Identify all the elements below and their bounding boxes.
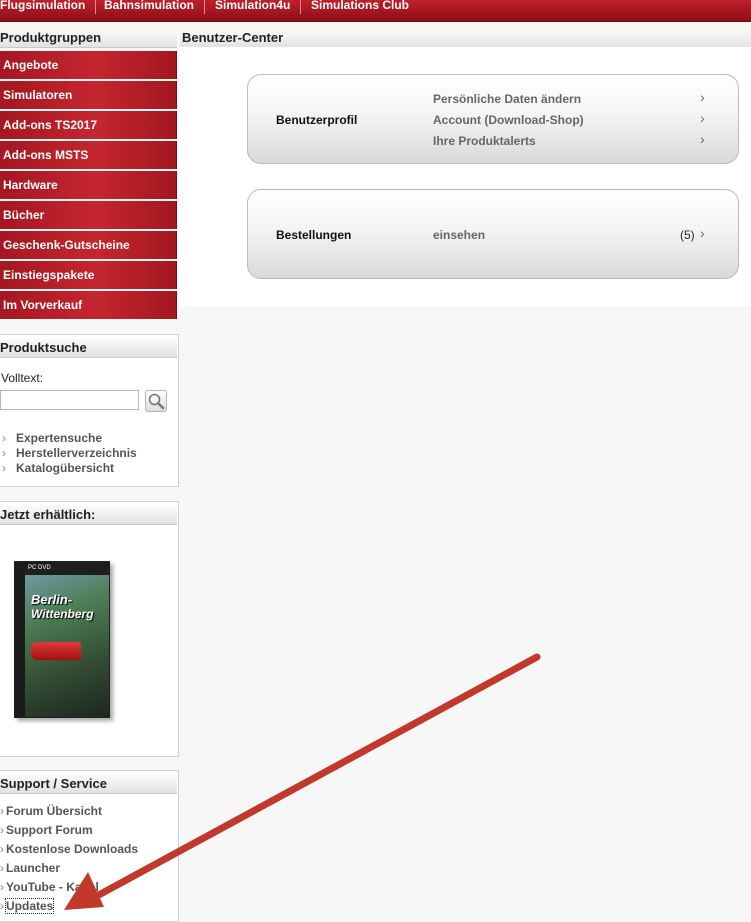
nav-simulation4u[interactable]: Simulation4u: [215, 0, 290, 12]
menu-item-addons-ts2017[interactable]: Add-ons TS2017: [0, 111, 177, 139]
chevron-right-icon: ›: [2, 431, 6, 445]
edit-personal-data-link[interactable]: Persönliche Daten ändern: [433, 92, 581, 106]
menu-item-angebote[interactable]: Angebote: [0, 51, 177, 79]
now-available-header: Jetzt erhältlich:: [0, 506, 177, 525]
orders-panel: Bestellungen einsehen (5) ›: [247, 189, 739, 279]
orders-count: (5): [680, 228, 695, 242]
chevron-right-icon: ›: [2, 461, 6, 475]
product-search-header: Produktsuche: [0, 339, 177, 358]
product-box-image[interactable]: PC DVD Berlin- Wittenberg: [14, 561, 110, 718]
katalog-link[interactable]: › Katalogübersicht: [2, 461, 137, 476]
support-header: Support / Service: [0, 775, 177, 794]
launcher-link[interactable]: › Launcher: [0, 859, 138, 878]
support-links: › Forum Übersicht › Support Forum › Kostenl…: [0, 802, 138, 916]
chevron-right-icon[interactable]: ›: [700, 225, 705, 241]
fulltext-label: Volltext:: [1, 371, 44, 385]
nav-separator: [204, 0, 205, 14]
menu-item-addons-msts[interactable]: Add-ons MSTS: [0, 141, 177, 169]
dvd-band: PC DVD: [25, 562, 109, 575]
profile-title: Benutzerprofil: [276, 113, 358, 127]
train-graphic: [31, 642, 81, 660]
page-title: Benutzer-Center: [180, 29, 751, 48]
product-title-line-1: Berlin-: [31, 592, 73, 607]
view-orders-link[interactable]: einsehen: [433, 228, 485, 242]
account-download-shop-link[interactable]: Account (Download-Shop): [433, 113, 584, 127]
nav-simulations-club[interactable]: Simulations Club: [311, 0, 409, 12]
fulltext-search-input[interactable]: [0, 390, 139, 410]
chevron-right-icon[interactable]: ›: [700, 89, 705, 105]
nav-separator: [95, 0, 96, 14]
orders-title: Bestellungen: [276, 228, 352, 242]
updates-link[interactable]: › Updates: [0, 897, 138, 916]
support-forum-link[interactable]: › Support Forum: [0, 821, 138, 840]
nav-flugsimulation[interactable]: Flugsimulation: [0, 0, 85, 12]
search-links: › Expertensuche › Herstellerverzeichnis › K…: [2, 431, 137, 476]
search-button[interactable]: [145, 390, 167, 412]
nav-separator: [300, 0, 301, 14]
youtube-channel-link[interactable]: › YouTube - Kanal: [0, 878, 138, 897]
product-title-line-2: Wittenberg: [31, 607, 94, 621]
product-group-menu: Angebote Simulatoren Add-ons TS2017 Add-…: [0, 51, 177, 321]
herstellerverzeichnis-link[interactable]: › Herstellerverzeichnis: [2, 446, 137, 461]
menu-item-vorverkauf[interactable]: Im Vorverkauf: [0, 291, 177, 319]
nav-bahnsimulation[interactable]: Bahnsimulation: [104, 0, 194, 12]
menu-item-hardware[interactable]: Hardware: [0, 171, 177, 199]
menu-item-geschenk-gutscheine[interactable]: Geschenk-Gutscheine: [0, 231, 177, 259]
product-alerts-link[interactable]: Ihre Produktalerts: [433, 134, 536, 148]
expertensuche-link[interactable]: › Expertensuche: [2, 431, 137, 446]
menu-item-einstiegspakete[interactable]: Einstiegspakete: [0, 261, 177, 289]
menu-item-buecher[interactable]: Bücher: [0, 201, 177, 229]
free-downloads-link[interactable]: › Kostenlose Downloads: [0, 840, 138, 859]
menu-item-simulatoren[interactable]: Simulatoren: [0, 81, 177, 109]
profile-panel: Benutzerprofil Persönliche Daten ändern …: [247, 74, 739, 164]
chevron-right-icon: ›: [2, 446, 6, 460]
forum-overview-link[interactable]: › Forum Übersicht: [0, 802, 138, 821]
chevron-right-icon[interactable]: ›: [700, 131, 705, 147]
magnifier-icon: [148, 393, 165, 410]
produktgruppen-header: Produktgruppen: [0, 29, 177, 48]
dvd-spine: [15, 562, 25, 717]
chevron-right-icon[interactable]: ›: [700, 110, 705, 126]
top-navigation: Flugsimulation Bahnsimulation Simulation…: [0, 0, 751, 22]
